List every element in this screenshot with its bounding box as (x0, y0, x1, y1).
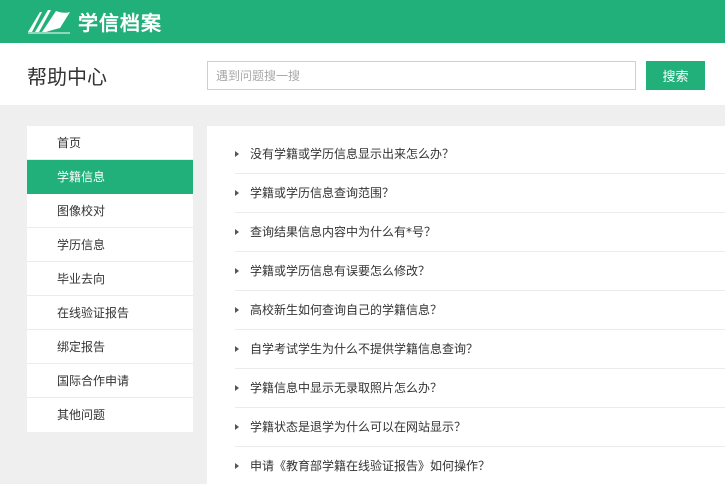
faq-item[interactable]: 学籍信息中显示无录取照片怎么办？ (235, 369, 725, 408)
search-button[interactable]: 搜索 (646, 61, 705, 90)
faq-question: 高校新生如何查询自己的学籍信息？ (250, 303, 443, 317)
search-input[interactable] (207, 61, 636, 90)
faq-item[interactable]: 申请《教育部学籍在线验证报告》如何操作？ (235, 447, 725, 484)
faq-item[interactable]: 学籍或学历信息有误要怎么修改？ (235, 252, 725, 291)
sidebar-item-graduate-destination[interactable]: 毕业去向 (27, 262, 193, 296)
faq-question: 查询结果信息内容中为什么有*号？ (250, 225, 437, 239)
faq-item[interactable]: 自学考试学生为什么不提供学籍信息查询？ (235, 330, 725, 369)
faq-question: 学籍或学历信息查询范围？ (250, 186, 395, 200)
brand-logo[interactable]: 学信档案 (26, 6, 162, 36)
faq-question: 学籍或学历信息有误要怎么修改？ (250, 264, 431, 278)
caret-right-icon (235, 424, 239, 430)
caret-right-icon (235, 151, 239, 157)
faq-item[interactable]: 查询结果信息内容中为什么有*号？ (235, 213, 725, 252)
sidebar-item-online-report[interactable]: 在线验证报告 (27, 296, 193, 330)
top-bar: 学信档案 (0, 0, 725, 43)
caret-right-icon (235, 190, 239, 196)
faq-question: 没有学籍或学历信息显示出来怎么办？ (250, 147, 455, 161)
sidebar-item-photo-check[interactable]: 图像校对 (27, 194, 193, 228)
faq-question: 申请《教育部学籍在线验证报告》如何操作？ (250, 459, 491, 473)
faq-question: 学籍状态是退学为什么可以在网站显示？ (250, 420, 467, 434)
caret-right-icon (235, 229, 239, 235)
faq-item[interactable]: 高校新生如何查询自己的学籍信息？ (235, 291, 725, 330)
faq-question: 自学考试学生为什么不提供学籍信息查询？ (250, 342, 479, 356)
caret-right-icon (235, 346, 239, 352)
caret-right-icon (235, 463, 239, 469)
sidebar: 首页 学籍信息 图像校对 学历信息 毕业去向 在线验证报告 绑定报告 国际合作申… (27, 126, 193, 432)
faq-panel: 没有学籍或学历信息显示出来怎么办？ 学籍或学历信息查询范围？ 查询结果信息内容中… (207, 126, 725, 484)
sidebar-item-intl-cooperation[interactable]: 国际合作申请 (27, 364, 193, 398)
faq-item[interactable]: 学籍或学历信息查询范围？ (235, 174, 725, 213)
caret-right-icon (235, 385, 239, 391)
caret-right-icon (235, 268, 239, 274)
faq-question: 学籍信息中显示无录取照片怎么办？ (250, 381, 443, 395)
sidebar-item-other-questions[interactable]: 其他问题 (27, 398, 193, 432)
header: 帮助中心 搜索 (0, 43, 725, 105)
sidebar-item-degree-info[interactable]: 学历信息 (27, 228, 193, 262)
faq-item[interactable]: 学籍状态是退学为什么可以在网站显示？ (235, 408, 725, 447)
sidebar-item-student-status[interactable]: 学籍信息 (27, 160, 193, 194)
faq-item[interactable]: 没有学籍或学历信息显示出来怎么办？ (235, 135, 725, 174)
brand-name: 学信档案 (78, 10, 162, 35)
sidebar-item-bind-report[interactable]: 绑定报告 (27, 330, 193, 364)
page-title: 帮助中心 (27, 65, 107, 89)
sidebar-item-home[interactable]: 首页 (27, 126, 193, 160)
book-logo-icon (26, 8, 72, 34)
caret-right-icon (235, 307, 239, 313)
